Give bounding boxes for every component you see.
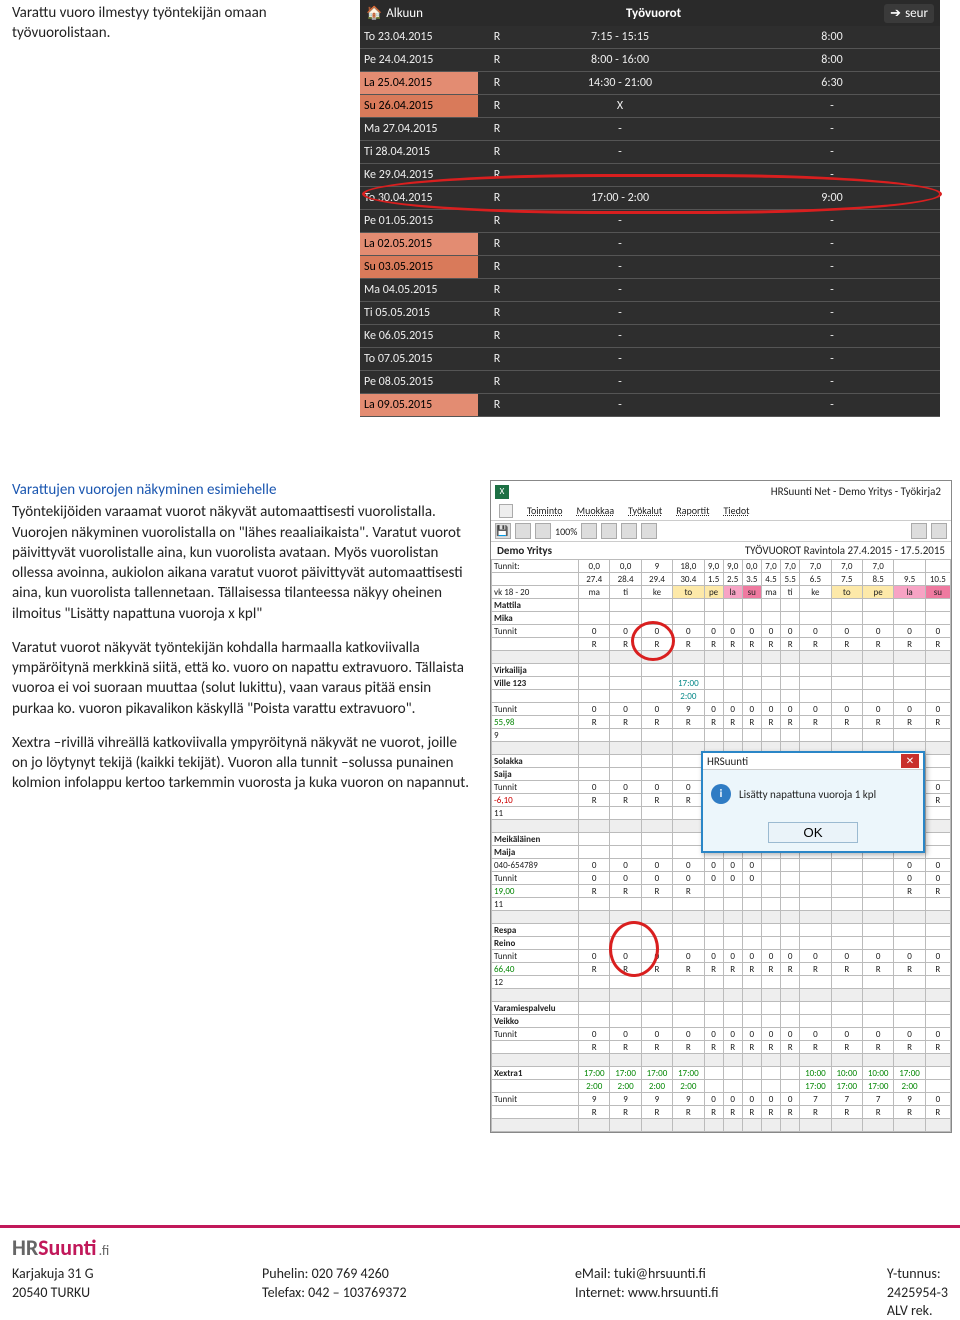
- shift-row[interactable]: To 07.05.2015R--: [360, 348, 940, 371]
- footer-tel-1: Puhelin: 020 769 4260: [262, 1265, 407, 1283]
- page-icon: [499, 504, 513, 518]
- tool-icon-6[interactable]: [911, 523, 927, 539]
- menu-tyokalut[interactable]: Työkalut: [628, 504, 662, 518]
- section-heading: Varattujen vuorojen näkyminen esimiehell…: [12, 480, 472, 500]
- footer-addr-2: 20540 TURKU: [12, 1284, 94, 1302]
- next-button[interactable]: ➔ seur: [884, 4, 934, 23]
- mobile-screenshot: 🏠 Alkuun Työvuorot ➔ seur To 23.04.2015R…: [360, 0, 940, 417]
- shift-row[interactable]: Su 26.04.2015RX-: [360, 95, 940, 118]
- shift-row[interactable]: Pe 08.05.2015R--: [360, 371, 940, 394]
- arrow-right-icon: ➔: [890, 6, 901, 21]
- paragraph-3: Xextra –rivillä vihreällä katkoviivalla …: [12, 733, 472, 794]
- tool-icon-4[interactable]: [621, 523, 637, 539]
- paragraph-2: Varatut vuorot näkyvät työntekijän kohda…: [12, 638, 472, 719]
- close-icon[interactable]: ✕: [901, 754, 919, 768]
- tool-icon-3[interactable]: [601, 523, 617, 539]
- home-label: Alkuun: [386, 6, 423, 21]
- shift-row[interactable]: Ma 27.04.2015R--: [360, 118, 940, 141]
- modal-message: Lisätty napattuna vuoroja 1 kpl: [739, 788, 876, 801]
- zoom-value: 100%: [555, 525, 577, 538]
- paragraph-1: Työntekijöiden varaamat vuorot näkyvät a…: [12, 502, 472, 624]
- top-left-caption: Varattu vuoro ilmestyy työntekijän omaan…: [12, 4, 342, 43]
- desktop-menu-bar[interactable]: Toiminto Muokkaa Työkalut Raportit Tiedo…: [491, 502, 951, 520]
- shift-row[interactable]: Ti 05.05.2015R--: [360, 302, 940, 325]
- period-label: TYÖVUOROT Ravintola 27.4.2015 - 17.5.201…: [745, 544, 945, 557]
- desktop-toolbar[interactable]: 💾 100%: [491, 520, 951, 542]
- tool-icon-7[interactable]: [931, 523, 947, 539]
- company-name: Demo Yritys: [497, 544, 552, 557]
- tool-icon-5[interactable]: [641, 523, 657, 539]
- ok-button[interactable]: OK: [768, 822, 858, 843]
- shift-row[interactable]: Ma 04.05.2015R--: [360, 279, 940, 302]
- shift-row[interactable]: Ke 06.05.2015R--: [360, 325, 940, 348]
- mobile-title: Työvuorot: [626, 6, 681, 21]
- footer-mail: eMail: tuki@hrsuunti.fi: [575, 1265, 719, 1283]
- shift-row[interactable]: Su 03.05.2015R--: [360, 256, 940, 279]
- footer-addr-1: Karjakuja 31 G: [12, 1265, 94, 1283]
- tool-icon-2[interactable]: [581, 523, 597, 539]
- shift-row[interactable]: To 23.04.2015R7:15 - 15:158:00: [360, 26, 940, 49]
- modal-title: HRSuunti: [707, 755, 748, 768]
- main-text-block: Varattujen vuorojen näkyminen esimiehell…: [12, 480, 472, 808]
- shift-row[interactable]: To 30.04.2015R17:00 - 2:009:00: [360, 187, 940, 210]
- print-icon[interactable]: [515, 523, 531, 539]
- shift-row[interactable]: Ti 28.04.2015R--: [360, 141, 940, 164]
- menu-toiminto[interactable]: Toiminto: [527, 504, 563, 518]
- menu-tiedot[interactable]: Tiedot: [723, 504, 749, 518]
- shift-list-table: To 23.04.2015R7:15 - 15:158:00Pe 24.04.2…: [360, 26, 940, 417]
- excel-icon: X: [495, 485, 509, 499]
- footer-tel-2: Telefax: 042 – 103769372: [262, 1284, 407, 1302]
- shift-row[interactable]: Pe 24.04.2015R8:00 - 16:008:00: [360, 49, 940, 72]
- menu-raportit[interactable]: Raportit: [676, 504, 709, 518]
- page-footer: HRSuunti.fi Karjakuja 31 G 20540 TURKU P…: [0, 1225, 960, 1320]
- home-icon: 🏠: [366, 6, 382, 21]
- desktop-screenshot: X HRSuunti Net - Demo Yritys - Työkirja2…: [490, 480, 952, 1133]
- shift-row[interactable]: La 25.04.2015R14:30 - 21:006:30: [360, 72, 940, 95]
- save-icon[interactable]: 💾: [495, 523, 511, 539]
- footer-ytunnus-label: Y-tunnus:: [887, 1265, 948, 1283]
- logo: HRSuunti.fi: [12, 1234, 109, 1261]
- footer-ytunnus-value: 2425954-3: [887, 1284, 948, 1302]
- footer-web: Internet: www.hrsuunti.fi: [575, 1284, 719, 1302]
- next-label: seur: [905, 6, 928, 21]
- home-button[interactable]: 🏠 Alkuun: [366, 6, 423, 21]
- shift-row[interactable]: Pe 01.05.2015R--: [360, 210, 940, 233]
- shift-row[interactable]: Ke 29.04.2015R--: [360, 164, 940, 187]
- shift-row[interactable]: La 02.05.2015R--: [360, 233, 940, 256]
- info-icon: i: [711, 784, 731, 804]
- desktop-window-title: HRSuunti Net - Demo Yritys - Työkirja2: [513, 483, 947, 500]
- shift-row[interactable]: La 09.05.2015R--: [360, 394, 940, 417]
- footer-alv: ALV rek.: [887, 1302, 948, 1320]
- tool-icon[interactable]: [535, 523, 551, 539]
- info-modal: HRSuunti ✕ i Lisätty napattuna vuoroja 1…: [701, 751, 925, 853]
- menu-muokkaa[interactable]: Muokkaa: [577, 504, 615, 518]
